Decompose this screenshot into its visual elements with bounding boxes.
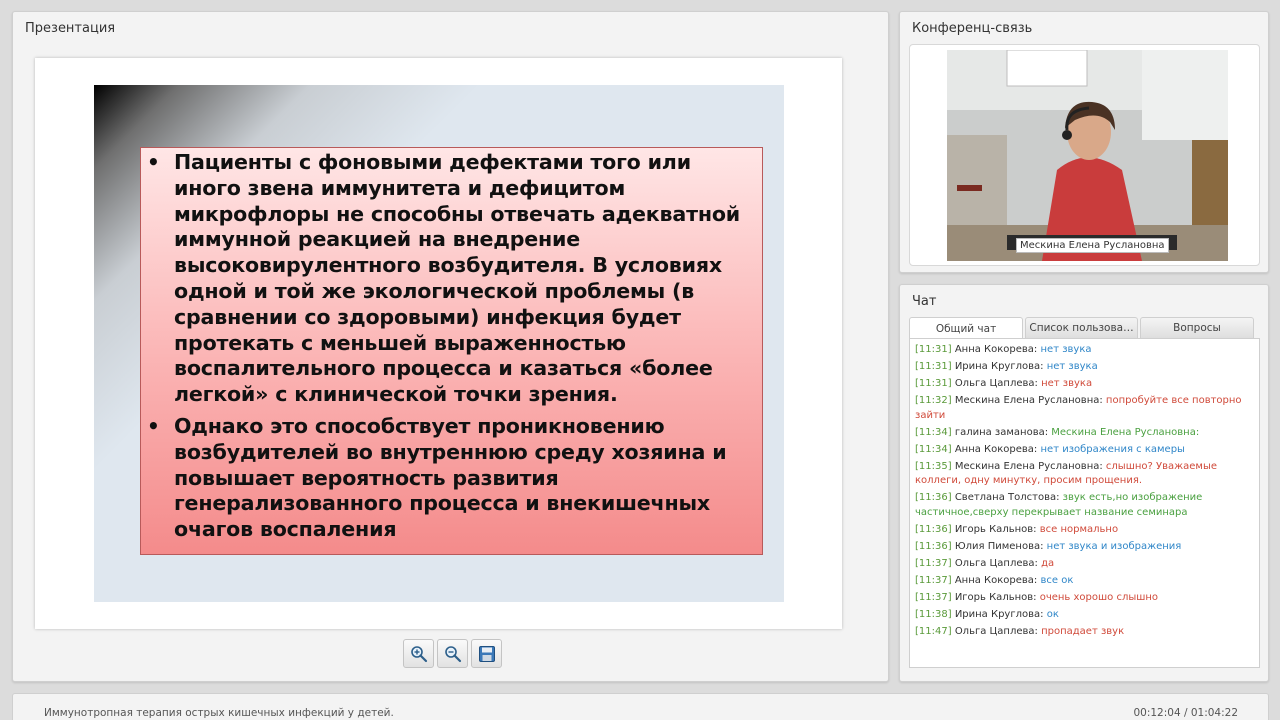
chat-message: [11:31] Анна Кокорева: нет звука	[915, 343, 1254, 358]
message-author: Игорь Кальнов:	[954, 591, 1037, 603]
message-time: [11:35]	[915, 460, 952, 472]
message-author: Мескина Елена Руслановна:	[954, 395, 1103, 406]
chat-message: [11:36] Игорь Кальнов: все нормально	[915, 523, 1254, 538]
slide: • Пациенты с фоновыми дефектами того или…	[94, 85, 784, 602]
message-time: [11:31]	[915, 344, 952, 355]
presentation-panel: Презентация • Пациенты с фоновыми дефект…	[12, 11, 889, 682]
slide-viewer: • Пациенты с фоновыми дефектами того или…	[35, 58, 842, 629]
message-author: Ирина Круглова:	[954, 361, 1044, 372]
message-author: Игорь Кальнов:	[954, 523, 1037, 535]
bullet-dot-icon: •	[147, 150, 160, 174]
chat-message: [11:37] Ольга Цаплева: да	[915, 557, 1254, 572]
message-time: [11:37]	[915, 557, 952, 569]
message-author: Ольга Цаплева:	[954, 557, 1038, 569]
chat-panel: Чат Общий чат Список пользова… Вопросы […	[899, 284, 1269, 682]
zoom-out-icon	[444, 645, 461, 662]
playback-time: 00:12:04 / 01:04:22	[1133, 707, 1238, 719]
message-text: нет звука	[1040, 344, 1092, 355]
tab-questions[interactable]: Вопросы	[1140, 317, 1254, 338]
chat-message: [11:36] Светлана Толстова: звук есть,но …	[915, 491, 1254, 520]
message-author: Ирина Круглова:	[954, 608, 1044, 620]
chat-message: [11:37] Игорь Кальнов: очень хорошо слыш…	[915, 591, 1254, 606]
message-author: галина заманова:	[954, 426, 1049, 438]
chat-message: [11:36] Юлия Пименова: нет звука и изобр…	[915, 540, 1254, 555]
presentation-title: Презентация	[25, 21, 116, 36]
conference-title: Конференц-связь	[912, 21, 1033, 36]
message-text: нет звука и изображения	[1046, 540, 1182, 552]
message-text: Мескина Елена Руслановна:	[1051, 426, 1200, 438]
chat-tabs: Общий чат Список пользова… Вопросы	[909, 317, 1254, 339]
message-time: [11:37]	[915, 574, 952, 586]
message-text: очень хорошо слышно	[1039, 591, 1159, 603]
tab-user-list[interactable]: Список пользова…	[1025, 317, 1138, 338]
message-author: Анна Кокорева:	[954, 344, 1038, 355]
message-time: [11:36]	[915, 492, 952, 503]
video-container: Мескина Елена Руслановна	[909, 44, 1260, 266]
save-icon	[478, 645, 495, 662]
message-text: ок	[1046, 608, 1059, 620]
chat-log[interactable]: [11:31] Анна Кокорева: нет звука [11:31] …	[909, 338, 1260, 668]
slide-toolbar	[403, 639, 502, 668]
slide-bullet-2: • Однако это способствует проникновению …	[147, 414, 752, 543]
message-author: Анна Кокорева:	[954, 574, 1038, 586]
zoom-out-button[interactable]	[437, 639, 468, 668]
save-button[interactable]	[471, 639, 502, 668]
message-time: [11:31]	[915, 361, 952, 372]
chat-message: [11:38] Ирина Круглова: ок	[915, 608, 1254, 623]
message-text: все нормально	[1039, 523, 1119, 535]
message-author: Анна Кокорева:	[954, 443, 1038, 455]
conference-panel: Конференц-связь Мескина Елена Руслановна	[899, 11, 1269, 273]
video-frame-image	[947, 50, 1228, 261]
message-author: Юлия Пименова:	[954, 540, 1044, 552]
message-time: [11:37]	[915, 591, 952, 603]
message-author: Ольга Цаплева:	[954, 378, 1038, 389]
tab-general-chat[interactable]: Общий чат	[909, 317, 1023, 339]
message-author: Мескина Елена Руслановна:	[954, 460, 1103, 472]
zoom-in-button[interactable]	[403, 639, 434, 668]
message-author: Ольга Цаплева:	[954, 625, 1038, 637]
message-time: [11:31]	[915, 378, 952, 389]
message-text: пропадает звук	[1041, 625, 1125, 637]
message-text: все ок	[1040, 574, 1074, 586]
chat-message: [11:34] Анна Кокорева: нет изображения с…	[915, 443, 1254, 458]
speaker-name-label: Мескина Елена Руслановна	[1016, 238, 1169, 253]
slide-text-box: • Пациенты с фоновыми дефектами того или…	[140, 147, 763, 555]
message-time: [11:34]	[915, 443, 952, 455]
chat-message: [11:31] Ольга Цаплева: нет звука	[915, 377, 1254, 392]
message-text: нет изображения с камеры	[1040, 443, 1185, 455]
chat-title: Чат	[912, 294, 937, 309]
message-time: [11:36]	[915, 540, 952, 552]
bullet-dot-icon: •	[147, 413, 160, 438]
message-author: Светлана Толстова:	[954, 492, 1060, 503]
message-time: [11:47]	[915, 625, 952, 637]
slide-bullet-text: Однако это способствует проникновению во…	[174, 413, 727, 542]
chat-message: [11:47] Ольга Цаплева: пропадает звук	[915, 625, 1254, 640]
chat-message: [11:32] Мескина Елена Руслановна: попроб…	[915, 394, 1254, 423]
message-time: [11:32]	[915, 395, 952, 406]
video-feed[interactable]: Мескина Елена Руслановна	[947, 50, 1228, 261]
slide-bullet-text: Пациенты с фоновыми дефектами того или и…	[174, 150, 741, 407]
message-text: да	[1041, 557, 1055, 569]
chat-message: [11:34] галина заманова: Мескина Елена Р…	[915, 426, 1254, 441]
message-time: [11:36]	[915, 523, 952, 535]
message-time: [11:34]	[915, 426, 952, 438]
message-text: нет звука	[1041, 378, 1093, 389]
player-footer: Иммунотропная терапия острых кишечных ин…	[12, 693, 1269, 720]
message-text: нет звука	[1046, 361, 1098, 372]
chat-message: [11:35] Мескина Елена Руслановна: слышно…	[915, 460, 1254, 489]
webinar-title: Иммунотропная терапия острых кишечных ин…	[44, 707, 394, 719]
chat-message: [11:31] Ирина Круглова: нет звука	[915, 360, 1254, 375]
chat-message: [11:37] Анна Кокорева: все ок	[915, 574, 1254, 589]
slide-bullet-1: • Пациенты с фоновыми дефектами того или…	[147, 150, 752, 408]
zoom-in-icon	[410, 645, 427, 662]
message-time: [11:38]	[915, 608, 952, 620]
